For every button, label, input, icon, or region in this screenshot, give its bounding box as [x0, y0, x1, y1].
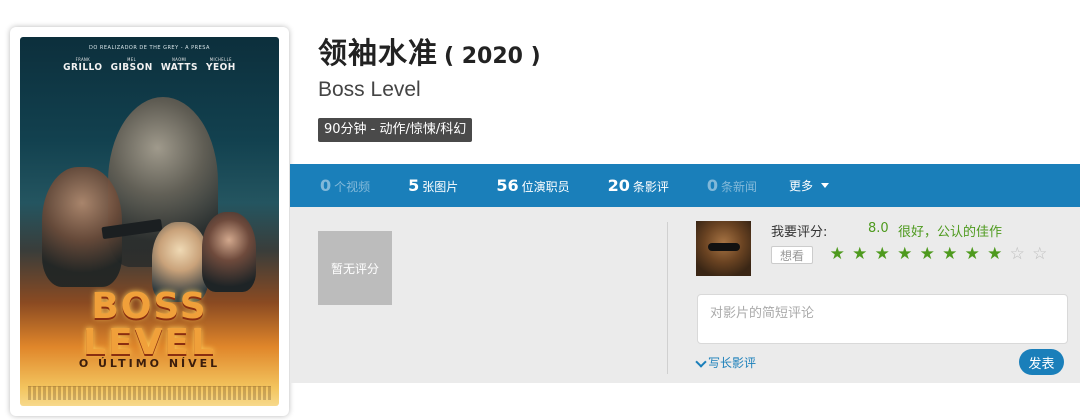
poster-tagline: DO REALIZADOR DE THE GREY - A PRESA: [89, 45, 210, 51]
more-label: 更多: [789, 179, 814, 193]
stat-label: 条新闻: [721, 180, 758, 194]
poster-cast-last: YEOH: [205, 62, 236, 73]
poster-cast-item: FRANK GRILLO: [63, 57, 102, 73]
star-filled-icon[interactable]: ★: [939, 244, 962, 264]
poster-cast-item: NAOMI WATTS: [161, 57, 198, 73]
title-row: 领袖水准 ( 2020 ): [318, 30, 541, 72]
stats-bar: 0 个视频 5 张图片 56 位演职员 20 条影评 0 条新闻 更多: [290, 164, 1080, 207]
poster-cast-item: MEL GIBSON: [111, 57, 153, 73]
star-filled-icon[interactable]: ★: [894, 244, 917, 264]
movie-title-cn: 领袖水准: [318, 36, 439, 70]
poster-cast: FRANK GRILLO MEL GIBSON NAOMI WATTS MICH…: [20, 57, 279, 73]
rating-stars[interactable]: ★ ★ ★ ★ ★ ★ ★ ★ ☆ ☆: [826, 244, 1051, 264]
star-filled-icon[interactable]: ★: [871, 244, 894, 264]
short-comment-input[interactable]: 对影片的简短评论: [697, 294, 1068, 344]
poster-card[interactable]: DO REALIZADOR DE THE GREY - A PRESA FRAN…: [10, 27, 289, 416]
poster-cast-item: MICHELLE YEOH: [206, 57, 236, 73]
want-to-watch-button[interactable]: 想看: [771, 246, 813, 264]
poster-cast-last: WATTS: [160, 62, 198, 73]
star-filled-icon[interactable]: ★: [984, 244, 1007, 264]
movie-meta-badge: 90分钟 - 动作/惊悚/科幻: [318, 118, 473, 142]
rate-label: 我要评分:: [771, 225, 828, 240]
user-avatar[interactable]: [696, 221, 751, 276]
movie-poster[interactable]: DO REALIZADOR DE THE GREY - A PRESA FRAN…: [20, 37, 279, 406]
long-review-label: 写长影评: [708, 356, 757, 370]
star-filled-icon[interactable]: ★: [849, 244, 872, 264]
star-filled-icon[interactable]: ★: [826, 244, 849, 264]
stat-videos[interactable]: 0 个视频: [320, 176, 370, 195]
stat-count: 5: [408, 176, 420, 195]
poster-cast-last: GRILLO: [63, 62, 103, 73]
movie-year: ( 2020 ): [444, 44, 541, 69]
stat-label: 条影评: [632, 180, 669, 194]
poster-title: BOSS LEVEL: [83, 286, 216, 363]
stat-reviews[interactable]: 20 条影评: [608, 176, 669, 195]
stat-count: 0: [706, 176, 719, 195]
stat-images[interactable]: 5 张图片: [408, 176, 458, 195]
no-rating-box: 暂无评分: [318, 231, 392, 305]
panel-divider: [667, 222, 668, 374]
post-button[interactable]: 发表: [1019, 349, 1064, 375]
write-long-review-link[interactable]: 写长影评: [695, 354, 757, 371]
caret-down-icon: [821, 183, 830, 188]
stat-news[interactable]: 0 条新闻: [707, 176, 757, 195]
star-empty-icon[interactable]: ☆: [1006, 244, 1029, 264]
poster-figure-woman-2: [202, 212, 256, 292]
stat-label: 张图片: [422, 180, 459, 194]
movie-title-en: Boss Level: [318, 78, 421, 101]
stat-cast[interactable]: 56 位演职员: [496, 176, 569, 195]
poster-subtitle: O ÚLTIMO NÍVEL: [78, 357, 221, 370]
rate-text: 很好，公认的佳作: [898, 225, 1003, 240]
stat-count: 20: [607, 176, 630, 195]
pencil-icon: [695, 355, 707, 368]
star-filled-icon[interactable]: ★: [961, 244, 984, 264]
more-dropdown[interactable]: 更多: [789, 177, 830, 194]
stat-count: 56: [496, 176, 519, 195]
poster-billing-block: [28, 386, 271, 400]
star-filled-icon[interactable]: ★: [916, 244, 939, 264]
stat-label: 位演职员: [521, 180, 570, 194]
stat-label: 个视频: [334, 180, 371, 194]
poster-cast-last: GIBSON: [110, 62, 153, 73]
avatar-sunglasses: [708, 243, 740, 251]
star-empty-icon[interactable]: ☆: [1029, 244, 1052, 264]
stat-count: 0: [320, 176, 332, 195]
rate-score: 8.0: [868, 221, 889, 236]
